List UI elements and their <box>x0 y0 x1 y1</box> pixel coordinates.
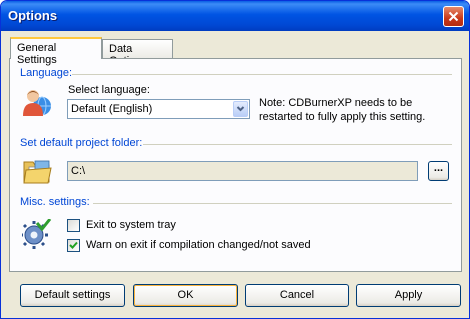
close-icon <box>448 11 459 22</box>
exit-to-tray-label[interactable]: Exit to system tray <box>86 219 176 231</box>
apply-button[interactable]: Apply <box>356 284 461 307</box>
general-settings-panel: Language: Select language: Default (Engl… <box>9 58 462 272</box>
warn-on-exit-label[interactable]: Warn on exit if compilation changed/not … <box>86 239 311 251</box>
tab-data-options[interactable]: Data Options <box>102 39 173 67</box>
restart-note: Note: CDBurnerXP needs to be restarted t… <box>259 97 426 123</box>
cancel-button[interactable]: Cancel <box>245 284 349 307</box>
browse-label: ... <box>433 162 444 174</box>
warn-on-exit-checkbox[interactable] <box>67 239 80 252</box>
ok-button[interactable]: OK <box>133 284 238 307</box>
project-folder-path[interactable]: C:\ <box>67 161 418 181</box>
options-dialog: Options General Settings Data Options La… <box>0 0 470 319</box>
settings-gear-icon <box>22 219 52 249</box>
language-select-value: Default (English) <box>71 103 153 115</box>
select-language-label: Select language: <box>68 84 150 96</box>
window-title: Options <box>8 8 58 23</box>
dropdown-button[interactable] <box>233 101 248 117</box>
group-divider <box>93 203 452 204</box>
tab-label: General Settings <box>17 42 57 66</box>
project-folder-path-value: C:\ <box>71 165 86 177</box>
language-group-label: Language: <box>20 67 72 79</box>
title-bar[interactable]: Options <box>1 1 469 31</box>
default-settings-button[interactable]: Default settings <box>20 284 125 307</box>
exit-to-tray-checkbox[interactable] <box>67 219 80 232</box>
checkmark-icon <box>69 241 78 249</box>
group-divider <box>72 74 452 75</box>
language-select[interactable]: Default (English) <box>67 99 250 119</box>
user-language-icon <box>23 90 51 116</box>
tab-general-settings[interactable]: General Settings <box>10 37 102 66</box>
folder-icon <box>23 160 52 184</box>
chevron-down-icon <box>236 106 245 112</box>
group-divider <box>143 144 452 145</box>
close-button[interactable] <box>443 6 464 27</box>
browse-folder-button[interactable]: ... <box>428 161 449 181</box>
misc-settings-group-label: Misc. settings: <box>20 196 90 208</box>
project-folder-group-label: Set default project folder: <box>20 137 143 149</box>
